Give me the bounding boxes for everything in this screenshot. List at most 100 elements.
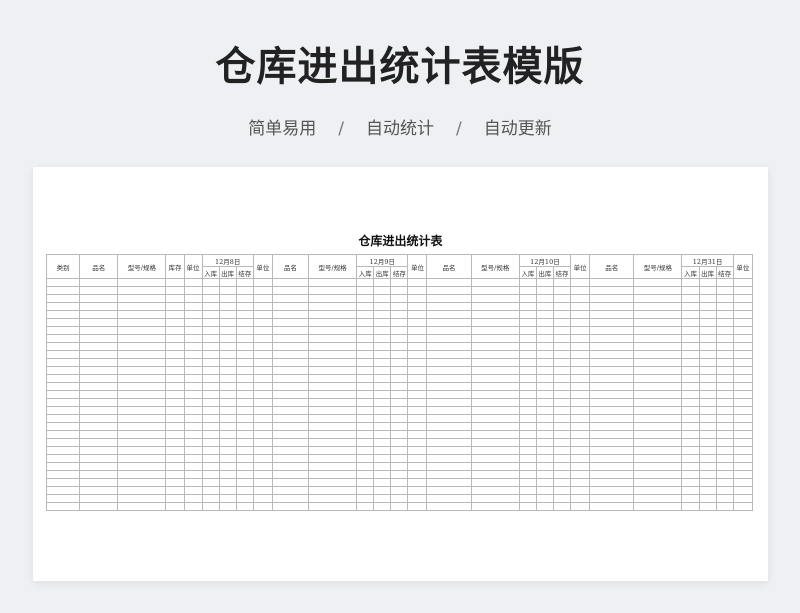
- table-cell: [698, 366, 717, 375]
- table-cell: [715, 422, 734, 431]
- table-cell: [715, 438, 734, 447]
- table-cell: [79, 390, 119, 399]
- table-cell: [470, 414, 520, 423]
- table-cell: [201, 478, 220, 487]
- table-cell: [633, 478, 683, 487]
- table-cell: [307, 406, 358, 415]
- table-cell: [45, 366, 81, 375]
- table-cell: [218, 310, 237, 319]
- table-cell: [183, 382, 203, 391]
- table-cell: [518, 406, 537, 415]
- table-cell: [201, 358, 220, 367]
- table-cell: [45, 446, 81, 455]
- table-cell: [426, 366, 472, 375]
- table-cell: [407, 310, 428, 319]
- table-cell: [45, 430, 81, 439]
- table-cell: [356, 486, 375, 495]
- table-cell: [470, 478, 520, 487]
- table-cell: [307, 422, 358, 431]
- table-cell: [201, 446, 220, 455]
- table-cell: [390, 422, 409, 431]
- table-cell: [681, 374, 700, 383]
- table-cell: [235, 390, 254, 399]
- table-cell: [356, 446, 375, 455]
- table-cell: [518, 358, 537, 367]
- table-cell: [356, 422, 375, 431]
- table-cell: [570, 310, 591, 319]
- table-cell: [390, 294, 409, 303]
- table-cell: [218, 382, 237, 391]
- table-cell: [589, 502, 635, 511]
- table-cell: [407, 486, 428, 495]
- table-cell: [715, 358, 734, 367]
- table-cell: [570, 470, 591, 479]
- table-cell: [470, 350, 520, 359]
- table-cell: [390, 318, 409, 327]
- table-cell: [252, 502, 273, 511]
- header-in: 入库: [518, 266, 537, 279]
- table-cell: [45, 422, 81, 431]
- table-cell: [681, 422, 700, 431]
- table-cell: [79, 286, 119, 295]
- table-cell: [518, 390, 537, 399]
- spreadsheet-preview: 仓库进出统计表 类别 品名 型号/规格 库存 单位 12月8日 单位 品名 型号: [33, 167, 768, 581]
- table-cell: [356, 350, 375, 359]
- table-cell: [183, 358, 203, 367]
- table-cell: [218, 302, 237, 311]
- table-cell: [390, 470, 409, 479]
- table-cell: [426, 390, 472, 399]
- table-cell: [715, 454, 734, 463]
- table-header: 类别 品名 型号/规格 库存 单位 12月8日 单位 品名 型号/规格 12月9…: [45, 254, 754, 279]
- table-cell: [183, 438, 203, 447]
- table-cell: [373, 278, 392, 287]
- table-cell: [426, 358, 472, 367]
- table-cell: [356, 462, 375, 471]
- header-date: 12月31日: [681, 254, 734, 267]
- table-cell: [218, 502, 237, 511]
- table-cell: [165, 486, 185, 495]
- table-cell: [390, 430, 409, 439]
- header-unit: 单位: [183, 254, 203, 279]
- table-cell: [165, 294, 185, 303]
- table-cell: [307, 462, 358, 471]
- table-cell: [373, 470, 392, 479]
- table-cell: [681, 302, 700, 311]
- header-balance: 结存: [390, 266, 409, 279]
- table-cell: [407, 390, 428, 399]
- table-cell: [570, 366, 591, 375]
- table-cell: [570, 334, 591, 343]
- table-cell: [252, 318, 273, 327]
- table-cell: [79, 478, 119, 487]
- table-cell: [470, 446, 520, 455]
- table-cell: [470, 406, 520, 415]
- table-row: [45, 470, 754, 479]
- table-cell: [407, 422, 428, 431]
- table-cell: [79, 302, 119, 311]
- table-cell: [732, 318, 754, 327]
- table-cell: [117, 502, 167, 511]
- table-cell: [535, 278, 554, 287]
- table-cell: [407, 462, 428, 471]
- table-cell: [390, 374, 409, 383]
- table-cell: [552, 326, 572, 335]
- table-cell: [715, 502, 734, 511]
- table-cell: [681, 446, 700, 455]
- table-cell: [698, 358, 717, 367]
- separator: /: [456, 119, 462, 139]
- table-cell: [426, 382, 472, 391]
- table-cell: [271, 334, 310, 343]
- table-cell: [390, 406, 409, 415]
- table-cell: [356, 374, 375, 383]
- table-cell: [79, 374, 119, 383]
- table-row: [45, 446, 754, 455]
- table-cell: [552, 486, 572, 495]
- table-cell: [201, 454, 220, 463]
- table-cell: [407, 350, 428, 359]
- table-cell: [117, 310, 167, 319]
- table-cell: [117, 374, 167, 383]
- table-cell: [117, 278, 167, 287]
- header-unit: 单位: [407, 254, 428, 279]
- table-cell: [426, 294, 472, 303]
- table-cell: [732, 390, 754, 399]
- table-row: [45, 310, 754, 319]
